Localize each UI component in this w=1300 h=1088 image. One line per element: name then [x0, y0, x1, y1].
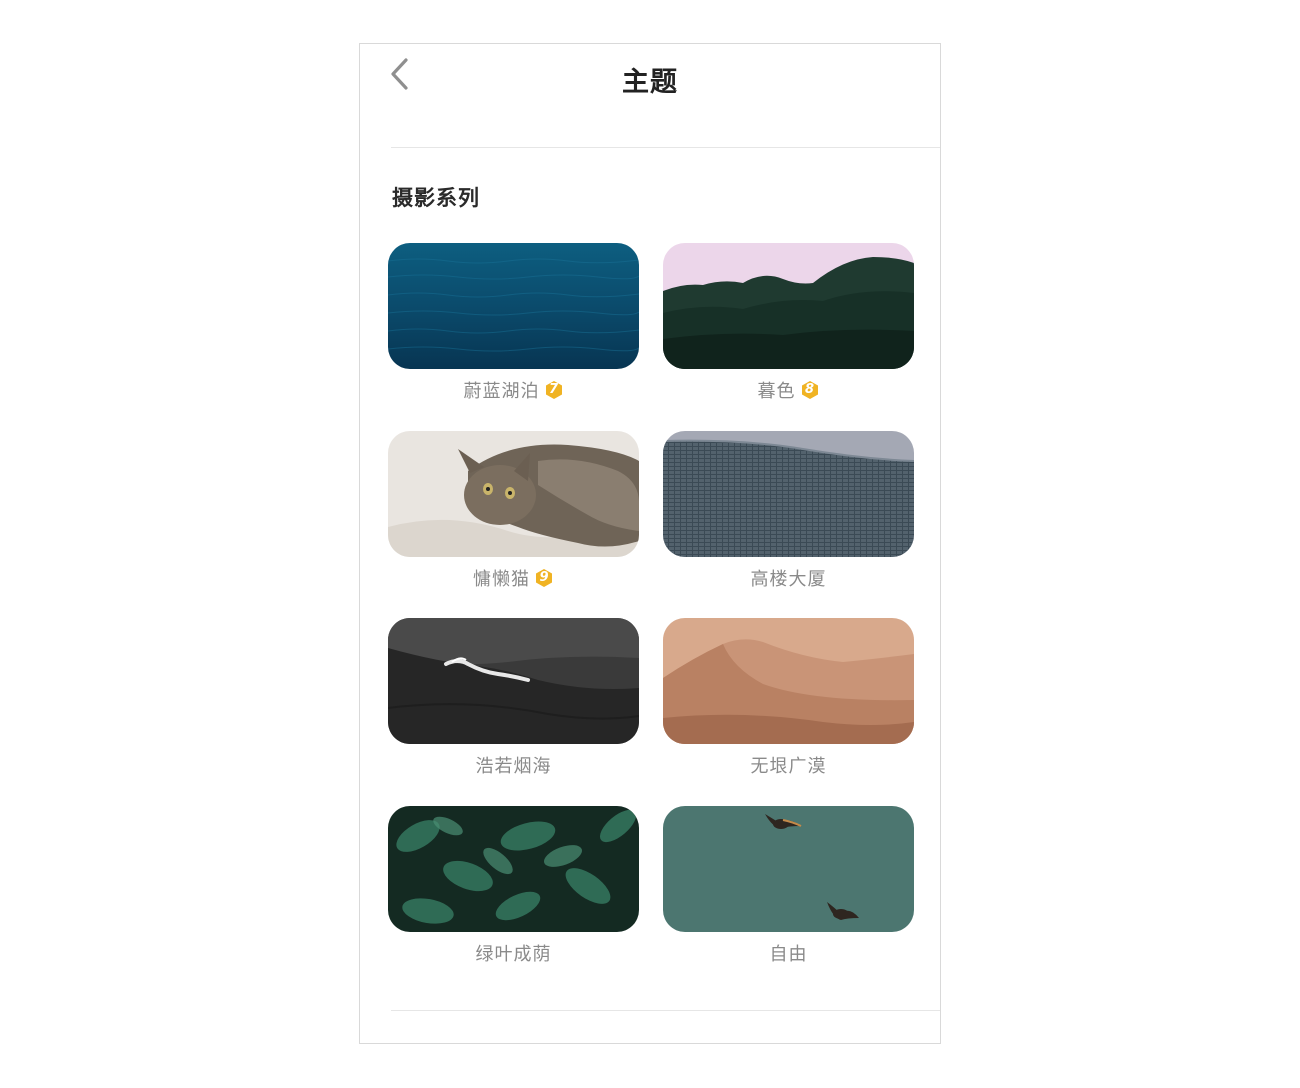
theme-thumbnail: [388, 618, 639, 744]
theme-name: 浩若烟海: [475, 756, 552, 777]
theme-caption: 浩若烟海: [388, 752, 639, 778]
page-title: 主题: [622, 67, 678, 98]
theme-name: 绿叶成荫: [475, 944, 552, 965]
theme-name: 自由: [769, 944, 808, 965]
theme-thumbnail: [388, 243, 639, 369]
theme-caption: 蔚蓝湖泊 7: [388, 377, 639, 403]
theme-caption: 无垠广漠: [663, 752, 914, 778]
header: 主题: [360, 44, 940, 147]
level-badge: 9: [534, 568, 554, 588]
theme-name: 慵懒猫: [473, 569, 530, 590]
theme-caption: 暮色 8: [663, 377, 914, 403]
theme-caption: 自由: [663, 940, 914, 966]
theme-caption: 慵懒猫 9: [388, 565, 639, 591]
theme-thumbnail: [663, 431, 914, 557]
theme-caption: 高楼大厦: [663, 565, 914, 591]
header-divider: [391, 147, 940, 148]
theme-card-cat[interactable]: 慵懒猫 9: [388, 431, 639, 601]
theme-card-birds[interactable]: 自由: [663, 806, 914, 976]
theme-thumbnail: [663, 806, 914, 932]
theme-card-building[interactable]: 高楼大厦: [663, 431, 914, 601]
theme-thumbnail: [663, 618, 914, 744]
theme-thumbnail: [388, 431, 639, 557]
level-badge: 7: [544, 380, 564, 400]
theme-card-desert[interactable]: 无垠广漠: [663, 618, 914, 788]
theme-thumbnail: [663, 243, 914, 369]
theme-thumbnail: [388, 806, 639, 932]
theme-card-wave[interactable]: 浩若烟海: [388, 618, 639, 788]
theme-card-ocean[interactable]: 蔚蓝湖泊 7: [388, 243, 639, 413]
theme-caption: 绿叶成荫: [388, 940, 639, 966]
theme-name: 高楼大厦: [750, 569, 827, 590]
section-title: 摄影系列: [392, 186, 480, 210]
theme-screen: 主题 摄影系列 蔚蓝湖泊 7 暮色 8 慵懒猫 9 高楼大厦 浩若烟海 无垠广漠…: [359, 43, 941, 1044]
level-badge: 8: [800, 380, 820, 400]
theme-card-leaves[interactable]: 绿叶成荫: [388, 806, 639, 976]
theme-card-mountains[interactable]: 暮色 8: [663, 243, 914, 413]
theme-name: 暮色: [757, 381, 796, 402]
footer-divider: [391, 1010, 940, 1011]
theme-name: 无垠广漠: [750, 756, 827, 777]
theme-name: 蔚蓝湖泊: [463, 381, 540, 402]
